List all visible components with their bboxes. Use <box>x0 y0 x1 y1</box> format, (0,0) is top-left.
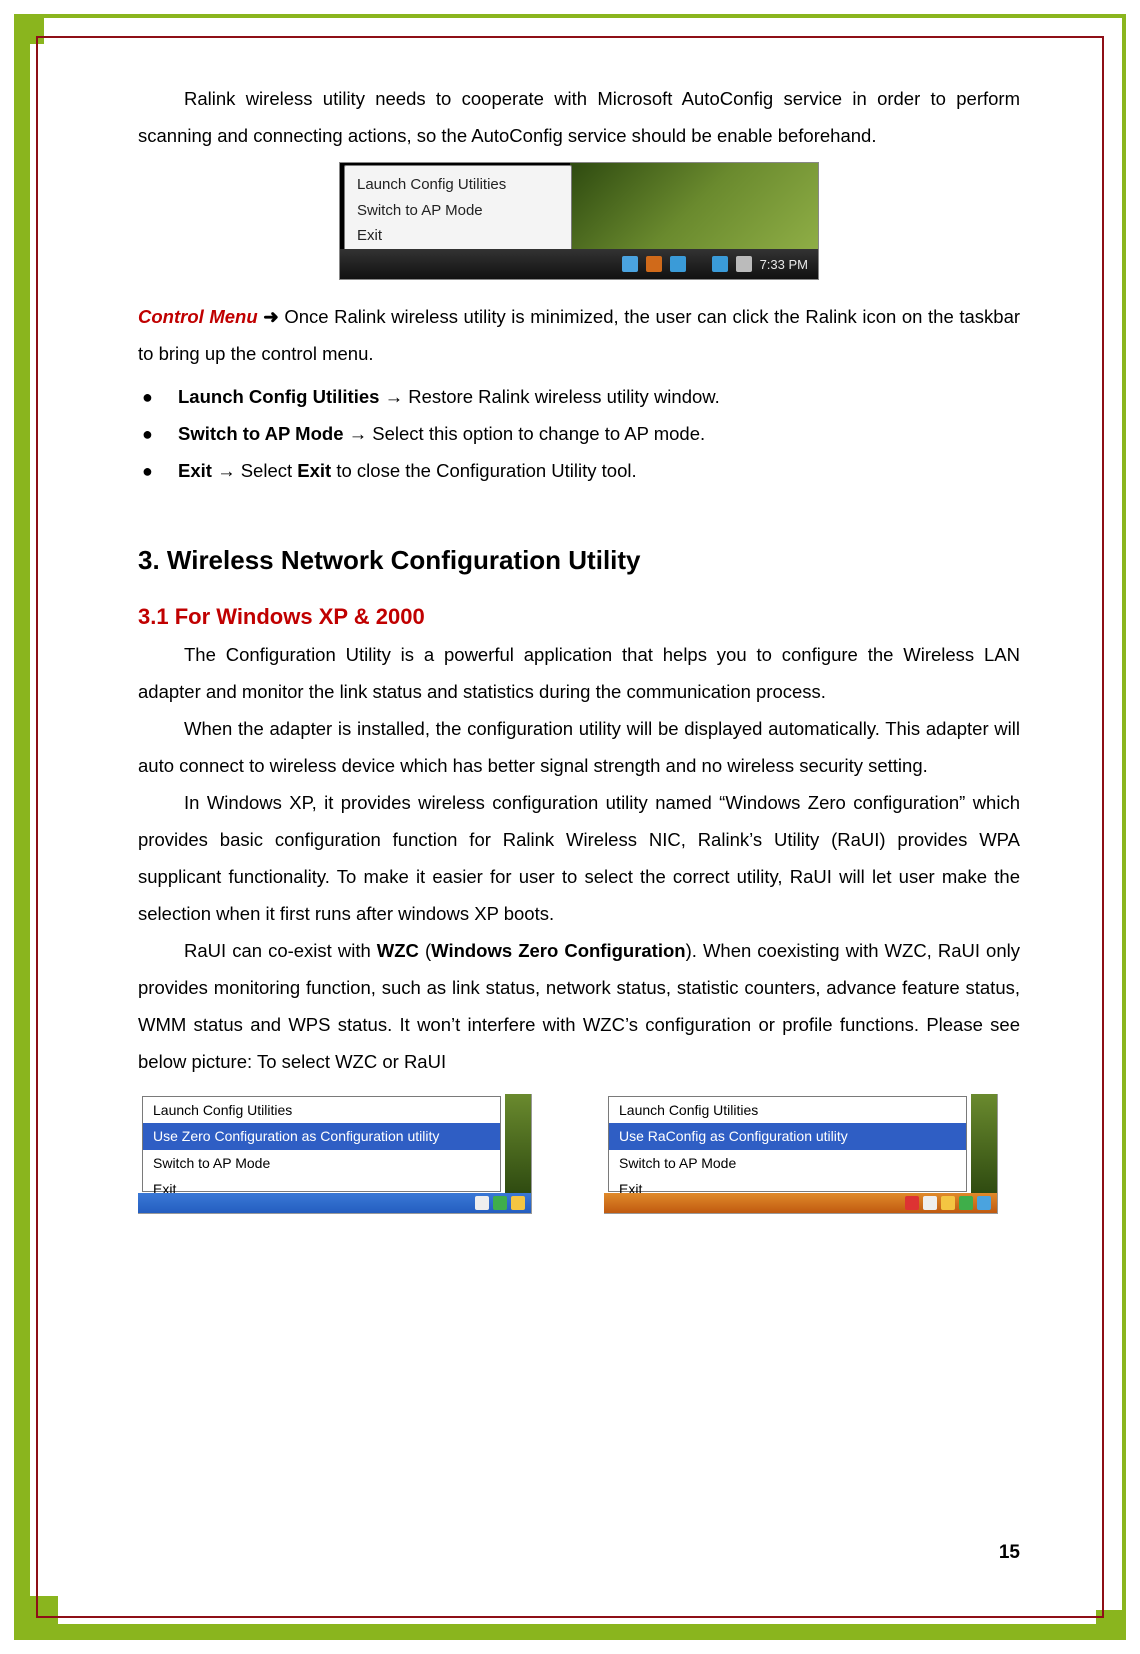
bullet-label: Launch Config Utilities <box>178 386 379 407</box>
bullet-rest-bold: Exit <box>297 460 331 481</box>
para-3: In Windows XP, it provides wireless conf… <box>138 784 1020 932</box>
network2-tray-icon[interactable] <box>712 256 728 272</box>
vista-clock: 7:33 PM <box>760 257 808 272</box>
xp-menu-item-ap[interactable]: Switch to AP Mode <box>143 1150 500 1176</box>
bullet-rest: Restore Ralink wireless utility window. <box>408 386 720 407</box>
wzc-b2: Windows Zero Configuration <box>431 940 685 961</box>
shield-tray-icon[interactable] <box>646 256 662 272</box>
bullet-label: Switch to AP Mode <box>178 423 343 444</box>
close-tray-icon[interactable] <box>905 1196 919 1210</box>
bullet-item-launch: ● Launch Config Utilities → Restore Rali… <box>138 378 1020 415</box>
bullet-icon: ● <box>138 453 178 489</box>
xp-context-menu-left: Launch Config Utilities Use Zero Configu… <box>142 1096 501 1192</box>
bullet-rest-pre: Select <box>241 460 298 481</box>
bullet-rest-post: to close the Configuration Utility tool. <box>331 460 636 481</box>
xp-screenshot-row: Launch Config Utilities Use Zero Configu… <box>138 1094 1020 1214</box>
control-menu-paragraph: Control Menu ➜ Once Ralink wireless util… <box>138 298 1020 372</box>
ralink-tray-icon[interactable] <box>622 256 638 272</box>
arrow-right-icon: → <box>385 386 404 407</box>
xp-taskbar-right <box>604 1193 997 1213</box>
vista-context-menu: Launch Config Utilities Switch to AP Mod… <box>344 165 572 251</box>
xp-context-menu-right: Launch Config Utilities Use RaConfig as … <box>608 1096 967 1192</box>
para-2: When the adapter is installed, the confi… <box>138 710 1020 784</box>
bullet-text: Launch Config Utilities → Restore Ralink… <box>178 378 1020 415</box>
page-number: 15 <box>999 1542 1020 1564</box>
bullet-icon: ● <box>138 379 178 415</box>
sub-heading: 3.1 For Windows XP & 2000 <box>138 604 1020 630</box>
bullet-list: ● Launch Config Utilities → Restore Rali… <box>138 378 1020 489</box>
control-menu-title: Control Menu <box>138 306 258 327</box>
vista-taskbar: 7:33 PM <box>340 249 818 279</box>
xp-taskbar-left <box>138 1193 531 1213</box>
bullet-item-exit: ● Exit → Select Exit to close the Config… <box>138 452 1020 489</box>
arrow-right-icon: → <box>217 460 236 481</box>
intro-paragraph: Ralink wireless utility needs to coopera… <box>138 80 1020 154</box>
ralink-tray-icon[interactable] <box>959 1196 973 1210</box>
ralink-tray-icon[interactable] <box>493 1196 507 1210</box>
network-tray-icon[interactable] <box>670 256 686 272</box>
xp-wallpaper-strip <box>971 1094 997 1195</box>
wzc-b1: WZC <box>377 940 419 961</box>
bullet-item-ap: ● Switch to AP Mode → Select this option… <box>138 415 1020 452</box>
xp-menu-item-launch[interactable]: Launch Config Utilities <box>143 1097 500 1123</box>
xp-menu-item-launch[interactable]: Launch Config Utilities <box>609 1097 966 1123</box>
wzc-mid: ( <box>419 940 431 961</box>
wzc-pre: RaUI can co-exist with <box>184 940 377 961</box>
vista-menu-item-ap[interactable]: Switch to AP Mode <box>357 198 559 224</box>
arrow-right-icon: ➜ <box>263 306 279 327</box>
bullet-rest: Select this option to change to AP mode. <box>372 423 705 444</box>
vista-menu-item-exit[interactable]: Exit <box>357 223 559 249</box>
arrow-right-icon: → <box>349 423 368 444</box>
wireless-tray-icon[interactable] <box>511 1196 525 1210</box>
screenshot-xp-wzc: Launch Config Utilities Use Zero Configu… <box>138 1094 532 1214</box>
vista-wallpaper <box>570 163 818 251</box>
bullet-label: Exit <box>178 460 212 481</box>
para-wzc: RaUI can co-exist with WZC (Windows Zero… <box>138 932 1020 1080</box>
xp-wallpaper-strip <box>505 1094 531 1195</box>
bullet-text: Exit → Select Exit to close the Configur… <box>178 452 1020 489</box>
para-1: The Configuration Utility is a powerful … <box>138 636 1020 710</box>
shield-tray-icon[interactable] <box>941 1196 955 1210</box>
section-heading: 3. Wireless Network Configuration Utilit… <box>138 545 1020 576</box>
screenshot-xp-raconfig: Launch Config Utilities Use RaConfig as … <box>604 1094 998 1214</box>
screenshot-vista-tray: Launch Config Utilities Switch to AP Mod… <box>339 162 819 280</box>
page-body: Ralink wireless utility needs to coopera… <box>138 80 1020 1564</box>
volume-tray-icon[interactable] <box>736 256 752 272</box>
bullet-text: Switch to AP Mode → Select this option t… <box>178 415 1020 452</box>
vista-menu-item-launch[interactable]: Launch Config Utilities <box>357 172 559 198</box>
xp-menu-item-ap[interactable]: Switch to AP Mode <box>609 1150 966 1176</box>
xp-menu-item-zeroconfig[interactable]: Use Zero Configuration as Configuration … <box>143 1123 500 1149</box>
wireless-tray-icon[interactable] <box>977 1196 991 1210</box>
xp-tray-icon[interactable] <box>475 1196 489 1210</box>
xp-menu-item-raconfig[interactable]: Use RaConfig as Configuration utility <box>609 1123 966 1149</box>
xp-tray-icon[interactable] <box>923 1196 937 1210</box>
bullet-icon: ● <box>138 416 178 452</box>
